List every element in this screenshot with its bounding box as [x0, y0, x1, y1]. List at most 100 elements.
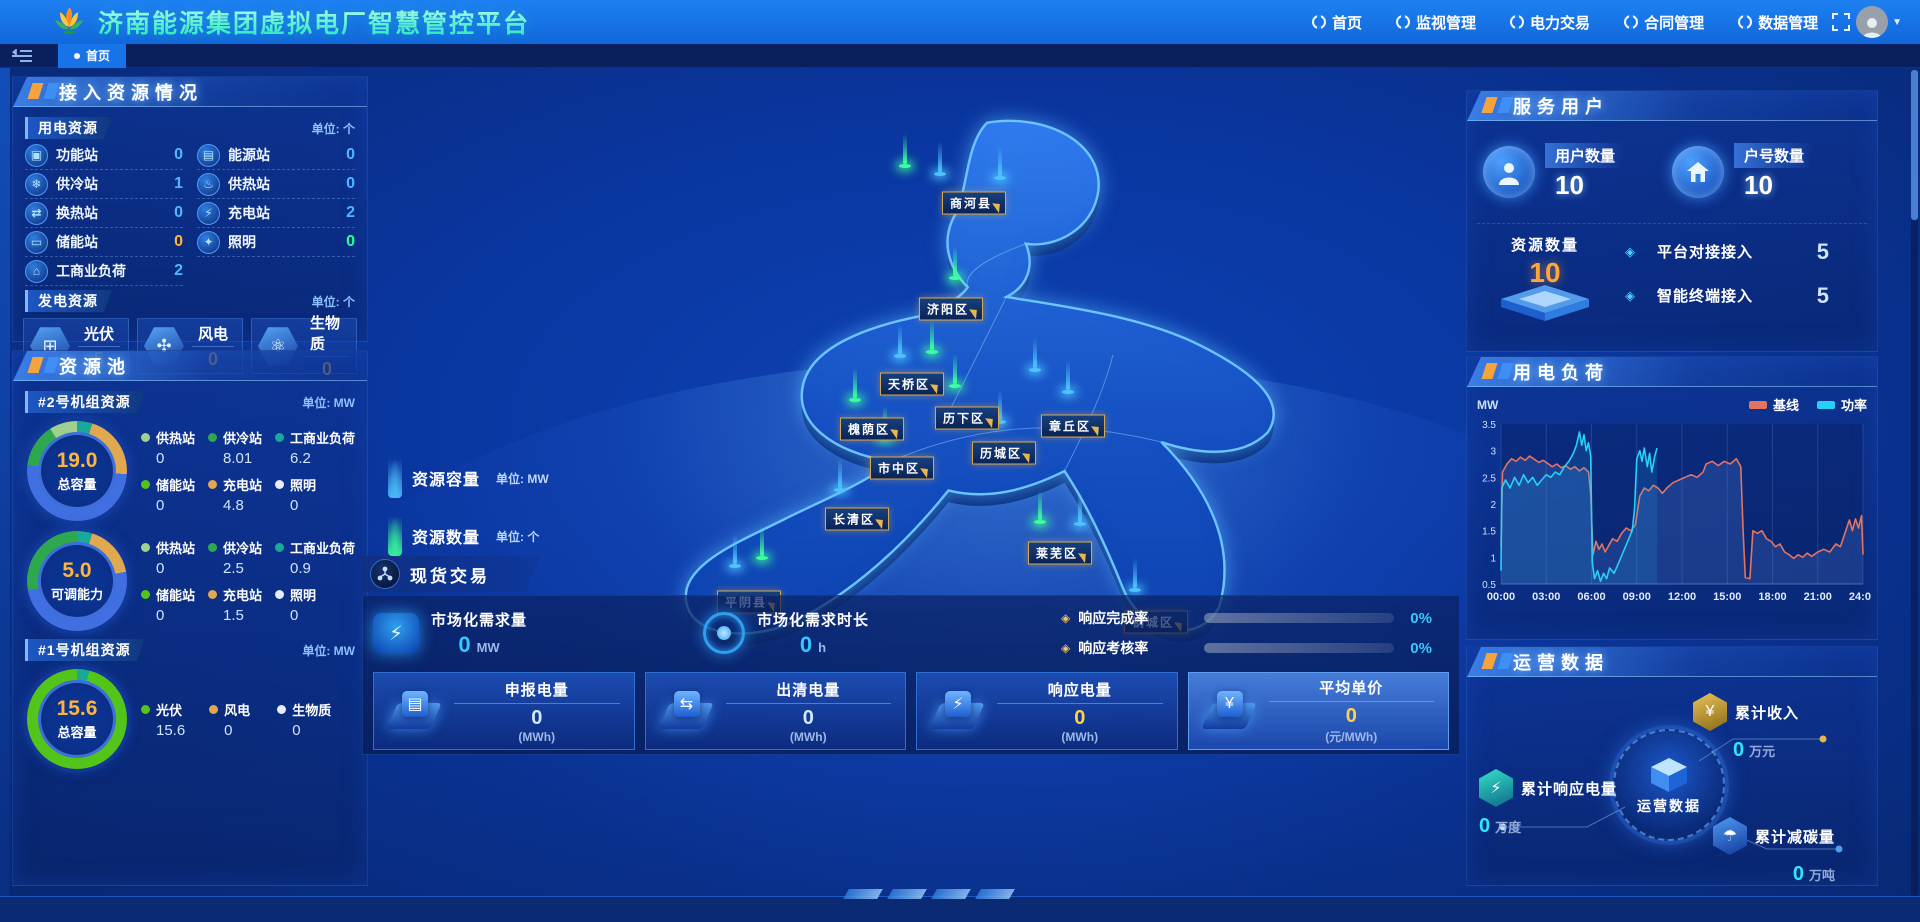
load-line-chart[interactable]: 00:0003:0006:0009:0012:0015:0018:0021:00… — [1471, 414, 1871, 626]
declared-energy-icon: ▤ — [388, 689, 440, 733]
tab-home[interactable]: 首页 — [58, 44, 126, 68]
legend-dot-icon — [141, 433, 150, 442]
legend-item-value: 8.01 — [223, 450, 269, 467]
legend-item-value: 0 — [156, 560, 202, 577]
generation-resources-tag: 发电资源 — [25, 290, 112, 312]
district-pointer-icon — [1091, 422, 1103, 435]
map-marker-7 — [949, 354, 961, 388]
svg-text:2: 2 — [1490, 500, 1496, 511]
avatar[interactable] — [1856, 6, 1888, 38]
district-label-7[interactable]: 市中区 — [870, 457, 934, 480]
legend-item-label-row: 供热站 — [141, 428, 202, 447]
collapse-menu-icon[interactable] — [12, 49, 32, 63]
response-rate-value: 0% — [1410, 610, 1432, 627]
monitor-station-icon: ▣ — [25, 144, 48, 167]
legend-item-label-row: 储能站 — [141, 585, 202, 604]
district-name: 市中区 — [878, 460, 920, 477]
legend-item-value: 1.5 — [223, 607, 269, 624]
usage-item-value: 0 — [346, 175, 355, 193]
legend-item-label-row: 照明 — [275, 585, 355, 604]
resource-count-stat: 资源数量 10 — [1481, 224, 1609, 323]
district-label-6[interactable]: 历城区 — [972, 442, 1036, 465]
nav-item-2[interactable]: 电力交易 — [1510, 12, 1590, 33]
spot-card-2[interactable]: ⚡响应电量0(MWh) — [916, 672, 1178, 750]
district-pointer-icon — [1022, 449, 1034, 462]
home-icon — [1672, 146, 1724, 198]
district-name: 天桥区 — [888, 376, 930, 393]
legend-item-label-row: 生物质 — [277, 700, 355, 719]
marker-base-icon — [849, 398, 861, 402]
usage-resources-grid: ▣功能站0▤能源站0❄供冷站1♨供热站0⇄换热站0⚡充电站2▭储能站0✦照明0⌂… — [23, 141, 357, 286]
page-scrollbar[interactable] — [1911, 70, 1918, 896]
spot-card-text: 申报电量0(MWh) — [454, 679, 620, 744]
svg-text:2.5: 2.5 — [1482, 473, 1496, 484]
district-label-4[interactable]: 章丘区 — [1041, 415, 1105, 438]
district-label-8[interactable]: 长清区 — [825, 508, 889, 531]
nav-item-1[interactable]: 监视管理 — [1396, 12, 1476, 33]
district-label-5[interactable]: 槐荫区 — [840, 418, 904, 441]
nav-item-4[interactable]: 数据管理 — [1738, 12, 1818, 33]
district-label-1[interactable]: 济阳区 — [919, 298, 983, 321]
donut-legend-0: 供热站0供冷站8.01工商业负荷6.2储能站0充电站4.8照明0 — [141, 426, 355, 516]
usage-resources-unit: 单位: 个 — [312, 120, 355, 137]
marker-base-icon — [994, 176, 1006, 180]
district-label-0[interactable]: 商河县 — [942, 192, 1006, 215]
spot-card-0[interactable]: ▤ 申报电量0(MWh) — [373, 672, 635, 750]
access-item-0: ◈平台对接接入5 — [1625, 239, 1863, 265]
marker-beam-icon — [853, 368, 857, 398]
avatar-caret-icon[interactable]: ▼ — [1892, 17, 1902, 28]
ops-value-unit: 万元 — [1749, 744, 1775, 759]
district-label-9[interactable]: 莱芜区 — [1028, 542, 1092, 565]
legend-item-label: 照明 — [290, 585, 316, 604]
marker-base-icon — [949, 276, 961, 280]
income-badge-icon: ¥ — [1693, 693, 1727, 731]
district-label-3[interactable]: 历下区 — [935, 407, 999, 430]
generation-card-label: 风电 — [192, 323, 234, 347]
legend-item-label: 照明 — [290, 475, 316, 494]
district-pointer-icon — [920, 464, 932, 477]
panel-electric-load: 用电负荷 MW 基线 功率 00:0003:0006:0009:0012:001… — [1466, 356, 1878, 640]
usage-item-label: 充电站 — [228, 203, 270, 223]
legend-item: 风电0 — [209, 698, 271, 741]
pool-group-unit1: #1号机组资源单位: MW — [25, 639, 355, 661]
usage-item-2: ❄供冷站1 — [25, 170, 183, 199]
demand-volume-icon: ⚡ — [373, 613, 419, 653]
usage-item-value: 0 — [346, 233, 355, 251]
top-header: 济南能源集团虚拟电厂智慧管控平台 首页 监视管理 电力交易 合同管理 数据管理 ▼ — [0, 0, 1920, 44]
svg-text:3.5: 3.5 — [1482, 420, 1496, 431]
response-rate-progressbar[interactable] — [1204, 643, 1394, 653]
scrollbar-thumb[interactable] — [1911, 70, 1918, 220]
fullscreen-icon[interactable] — [1832, 13, 1850, 31]
spot-card-text: 响应电量0(MWh) — [997, 679, 1163, 744]
ops-item-head: ¥累计收入 — [1693, 693, 1799, 731]
marker-beam-icon — [1066, 360, 1070, 390]
page-title: 济南能源集团虚拟电厂智慧管控平台 — [98, 4, 530, 40]
marker-base-icon — [756, 556, 768, 560]
nav-item-label: 合同管理 — [1644, 12, 1704, 33]
market-demand-volume: ⚡ 市场化需求量 0MW — [373, 609, 703, 658]
marker-beam-icon — [998, 146, 1002, 176]
nav-item-3[interactable]: 合同管理 — [1624, 12, 1704, 33]
legend-item-value: 0 — [156, 450, 202, 467]
map-marker-4 — [894, 324, 906, 358]
user-count-label: 用户数量 — [1545, 143, 1625, 168]
spot-card-3[interactable]: ¥平均单价0(元/MWh) — [1188, 672, 1450, 750]
map-marker-0 — [934, 142, 946, 176]
usage-item-label: 能源站 — [228, 145, 270, 165]
panel-resource-pool-title: 资源池 — [59, 353, 131, 379]
spot-trading-tab[interactable]: 现货交易 — [362, 556, 540, 592]
ops-item-2: ☂累计减碳量0万吨 — [1713, 817, 1835, 886]
spot-card-text: 平均单价0(元/MWh) — [1269, 677, 1435, 745]
generation-resources-unit: 单位: 个 — [312, 293, 355, 310]
legend-item-value: 0 — [290, 497, 355, 514]
spot-card-1[interactable]: ⇆出清电量0(MWh) — [645, 672, 907, 750]
map-legend-capacity-label: 资源容量 — [412, 466, 480, 490]
access-item-value: 5 — [1817, 239, 1829, 265]
district-label-2[interactable]: 天桥区 — [880, 373, 944, 396]
map-marker-6 — [1029, 338, 1041, 372]
spot-card-text: 出清电量0(MWh) — [726, 679, 892, 744]
nav-item-label: 首页 — [1332, 12, 1362, 33]
legend-item-label: 生物质 — [292, 700, 331, 719]
nav-item-0[interactable]: 首页 — [1312, 12, 1362, 33]
response-rate-progressbar[interactable] — [1204, 613, 1394, 623]
